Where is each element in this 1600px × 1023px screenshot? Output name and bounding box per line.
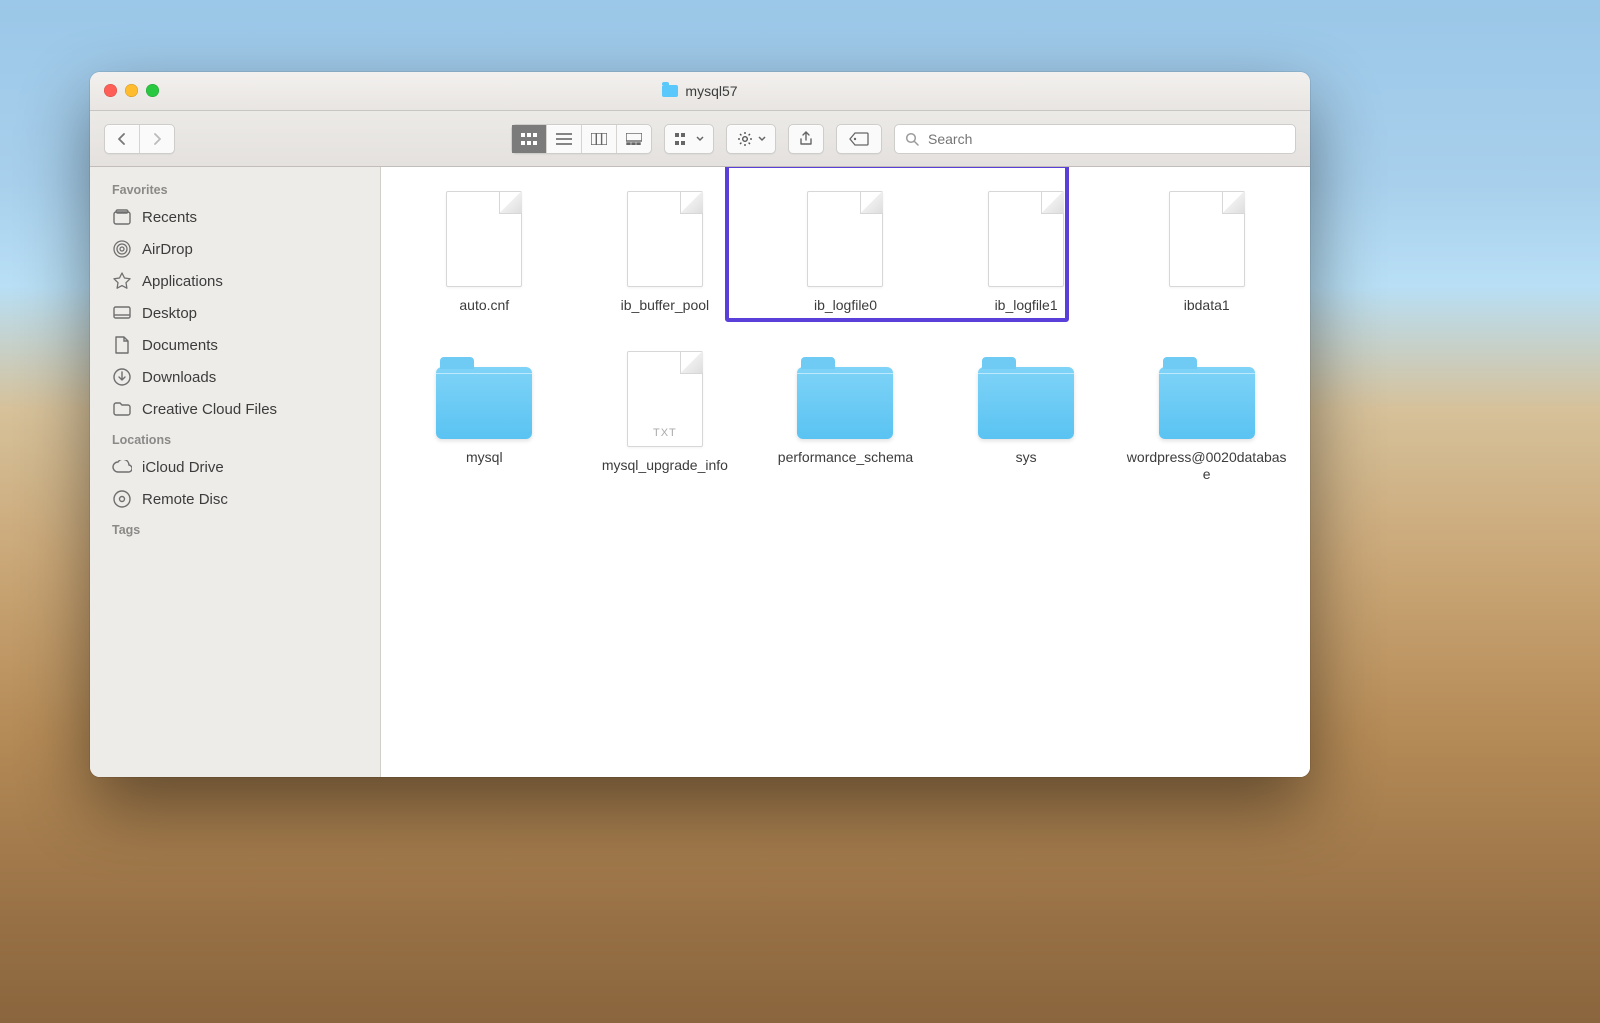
sidebar-item-creative-cloud[interactable]: Creative Cloud Files — [90, 393, 380, 425]
tags-button[interactable] — [836, 124, 882, 154]
file-icon — [446, 191, 522, 287]
cloud-icon — [112, 457, 132, 477]
section-favorites: Favorites — [90, 175, 380, 201]
file-icon — [627, 191, 703, 287]
item-label: mysql_upgrade_info — [602, 457, 728, 475]
sidebar-item-downloads[interactable]: Downloads — [90, 361, 380, 393]
back-button[interactable] — [105, 125, 140, 153]
search-field[interactable] — [894, 124, 1296, 154]
chevron-right-icon — [152, 133, 162, 145]
group-button[interactable] — [664, 124, 714, 154]
folder-icon — [112, 399, 132, 419]
desktop-icon — [112, 303, 132, 323]
sidebar-item-documents[interactable]: Documents — [90, 329, 380, 361]
title-text: mysql57 — [685, 83, 737, 99]
item-label: wordpress@0020database — [1127, 449, 1287, 484]
item-label: ibdata1 — [1184, 297, 1230, 315]
sidebar-item-applications[interactable]: Applications — [90, 265, 380, 297]
section-locations: Locations — [90, 425, 380, 451]
tag-icon — [849, 132, 869, 146]
search-icon — [905, 132, 919, 146]
item-label: auto.cnf — [459, 297, 509, 315]
item-label: performance_schema — [778, 449, 913, 467]
columns-icon — [591, 133, 607, 145]
icon-view-button[interactable] — [512, 125, 547, 153]
sidebar-item-label: Downloads — [142, 369, 216, 386]
folder-item[interactable]: mysql — [399, 351, 570, 484]
folder-icon — [436, 367, 532, 439]
sidebar-item-label: Desktop — [142, 305, 197, 322]
window-body: Favorites Recents AirDrop Applications D… — [90, 167, 1310, 777]
list-icon — [556, 133, 572, 145]
disc-icon — [112, 489, 132, 509]
titlebar[interactable]: mysql57 — [90, 72, 1310, 111]
nav-buttons — [104, 124, 175, 154]
zoom-button[interactable] — [146, 84, 159, 97]
action-button[interactable] — [726, 124, 776, 154]
column-view-button[interactable] — [582, 125, 617, 153]
folder-item[interactable]: sys — [941, 351, 1112, 484]
share-button[interactable] — [788, 124, 824, 154]
section-tags: Tags — [90, 515, 380, 541]
item-label: mysql — [466, 449, 503, 467]
gallery-icon — [626, 133, 642, 145]
sidebar-item-label: Applications — [142, 273, 223, 290]
forward-button[interactable] — [140, 125, 174, 153]
folder-icon — [662, 85, 678, 97]
sidebar-item-label: AirDrop — [142, 241, 193, 258]
sidebar-item-remote-disc[interactable]: Remote Disc — [90, 483, 380, 515]
folder-item[interactable]: performance_schema — [760, 351, 931, 484]
recents-icon — [112, 207, 132, 227]
documents-icon — [112, 335, 132, 355]
file-item[interactable]: mysql_upgrade_info — [580, 351, 751, 484]
file-icon — [627, 351, 703, 447]
sidebar-item-label: Recents — [142, 209, 197, 226]
gear-icon — [737, 131, 753, 147]
toolbar — [90, 111, 1310, 167]
chevron-down-icon — [696, 136, 704, 142]
gallery-view-button[interactable] — [617, 125, 651, 153]
group-icon — [675, 133, 691, 145]
share-icon — [799, 131, 813, 147]
traffic-lights — [104, 84, 159, 97]
file-browser[interactable]: auto.cnfib_buffer_poolib_logfile0ib_logf… — [381, 167, 1310, 777]
folder-icon — [1159, 367, 1255, 439]
folder-icon — [978, 367, 1074, 439]
item-label: sys — [1016, 449, 1037, 467]
applications-icon — [112, 271, 132, 291]
chevron-left-icon — [117, 133, 127, 145]
sidebar-item-airdrop[interactable]: AirDrop — [90, 233, 380, 265]
grid-icon — [521, 133, 537, 145]
sidebar-item-recents[interactable]: Recents — [90, 201, 380, 233]
annotation-highlight — [725, 167, 1069, 322]
file-item[interactable]: ibdata1 — [1121, 191, 1292, 315]
view-mode-segment — [511, 124, 652, 154]
folder-item[interactable]: wordpress@0020database — [1121, 351, 1292, 484]
airdrop-icon — [112, 239, 132, 259]
chevron-down-icon — [758, 136, 766, 142]
sidebar-item-icloud[interactable]: iCloud Drive — [90, 451, 380, 483]
sidebar-item-label: Remote Disc — [142, 491, 228, 508]
sidebar-item-desktop[interactable]: Desktop — [90, 297, 380, 329]
sidebar-item-label: Creative Cloud Files — [142, 401, 277, 418]
list-view-button[interactable] — [547, 125, 582, 153]
item-label: ib_buffer_pool — [621, 297, 709, 315]
search-input[interactable] — [926, 130, 1285, 148]
file-icon — [1169, 191, 1245, 287]
folder-icon — [797, 367, 893, 439]
window-title: mysql57 — [662, 83, 737, 99]
file-item[interactable]: auto.cnf — [399, 191, 570, 315]
downloads-icon — [112, 367, 132, 387]
minimize-button[interactable] — [125, 84, 138, 97]
sidebar-item-label: Documents — [142, 337, 218, 354]
finder-window: mysql57 — [90, 72, 1310, 777]
close-button[interactable] — [104, 84, 117, 97]
desktop-background: mysql57 — [0, 0, 1600, 1023]
sidebar: Favorites Recents AirDrop Applications D… — [90, 167, 381, 777]
sidebar-item-label: iCloud Drive — [142, 459, 224, 476]
